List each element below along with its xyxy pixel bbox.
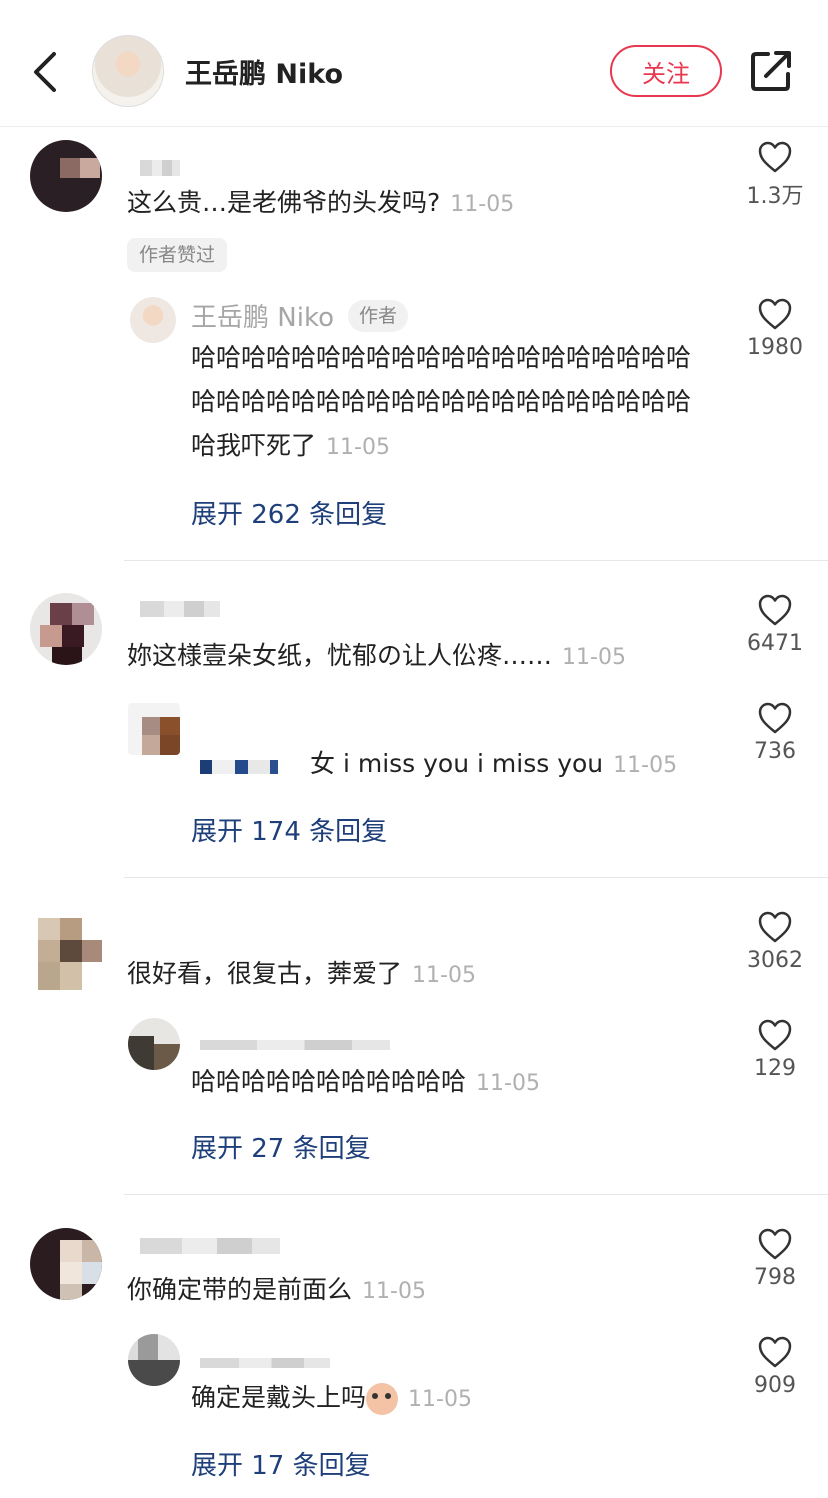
like-button[interactable]: 736 bbox=[740, 701, 810, 764]
like-button[interactable]: 1980 bbox=[740, 297, 810, 360]
avatar[interactable] bbox=[128, 1018, 180, 1070]
like-count: 3062 bbox=[747, 948, 803, 973]
heart-icon bbox=[758, 594, 792, 626]
heart-icon bbox=[758, 141, 792, 173]
avatar[interactable] bbox=[128, 703, 180, 755]
expand-replies-button[interactable]: 展开 17 条回复 bbox=[191, 1445, 371, 1482]
avatar[interactable] bbox=[130, 297, 176, 343]
like-button[interactable]: 6471 bbox=[740, 593, 810, 656]
like-button[interactable]: 3062 bbox=[740, 910, 810, 973]
username-blurred[interactable] bbox=[200, 760, 300, 774]
divider bbox=[124, 560, 828, 561]
username-blurred[interactable] bbox=[200, 1358, 330, 1368]
avatar[interactable] bbox=[30, 593, 102, 665]
like-button[interactable]: 129 bbox=[740, 1018, 810, 1081]
comment-text: 这么贵…是老佛爷的头发吗? 11-05 bbox=[127, 188, 515, 217]
username-blurred[interactable] bbox=[140, 1238, 280, 1254]
expand-replies-button[interactable]: 展开 27 条回复 bbox=[191, 1128, 371, 1165]
follow-button[interactable]: 关注 bbox=[610, 45, 722, 97]
expand-replies-button[interactable]: 展开 174 条回复 bbox=[191, 811, 387, 848]
username-blurred[interactable] bbox=[140, 601, 220, 617]
top-bar: 王岳鹏 Niko 关注 bbox=[0, 0, 828, 127]
heart-icon bbox=[758, 702, 792, 734]
like-button[interactable]: 1.3万 bbox=[740, 140, 810, 210]
like-count: 736 bbox=[754, 739, 796, 764]
heart-icon bbox=[758, 1336, 792, 1368]
comment-text: 很好看，很复古，莾爱了 11-05 bbox=[127, 959, 476, 988]
expand-replies-button[interactable]: 展开 262 条回复 bbox=[191, 494, 387, 531]
reply-author[interactable]: 王岳鹏 Niko bbox=[191, 297, 334, 334]
heart-icon bbox=[758, 911, 792, 943]
like-button[interactable]: 798 bbox=[740, 1227, 810, 1290]
comment-text: 妳这様壹朵女纸，忧郁の让人伀疼…… 11-05 bbox=[127, 641, 626, 670]
share-icon[interactable] bbox=[748, 48, 794, 94]
like-count: 1.3万 bbox=[746, 184, 804, 209]
like-count: 1980 bbox=[747, 335, 803, 360]
username-blurred[interactable] bbox=[200, 1040, 390, 1050]
heart-icon bbox=[758, 1019, 792, 1051]
crying-face-emoji bbox=[366, 1383, 399, 1415]
author-liked-tag: 作者赞过 bbox=[127, 238, 228, 272]
back-icon[interactable] bbox=[28, 50, 68, 94]
like-count: 798 bbox=[754, 1265, 796, 1290]
username-blurred[interactable] bbox=[140, 160, 180, 176]
avatar[interactable] bbox=[30, 140, 102, 212]
author-avatar[interactable] bbox=[92, 35, 164, 107]
comment-text: 你确定带的是前面么 11-05 bbox=[127, 1275, 426, 1304]
author-name[interactable]: 王岳鹏 Niko bbox=[185, 52, 343, 91]
reply-text: 确定是戴头上吗 11-05 bbox=[191, 1376, 711, 1422]
like-count: 129 bbox=[754, 1056, 796, 1081]
avatar[interactable] bbox=[30, 1228, 102, 1300]
like-button[interactable]: 909 bbox=[740, 1335, 810, 1398]
like-count: 6471 bbox=[747, 631, 803, 656]
heart-icon bbox=[758, 298, 792, 330]
avatar[interactable] bbox=[30, 918, 102, 990]
heart-icon bbox=[758, 1228, 792, 1260]
divider bbox=[124, 877, 828, 878]
reply-text: 哈哈哈哈哈哈哈哈哈哈哈 11-05 bbox=[191, 1067, 540, 1096]
author-tag: 作者 bbox=[348, 300, 409, 332]
reply-text: 哈哈哈哈哈哈哈哈哈哈哈哈哈哈哈哈哈哈哈哈哈哈哈哈哈哈哈哈哈哈哈哈哈哈哈哈哈哈哈哈… bbox=[191, 343, 692, 460]
like-count: 909 bbox=[754, 1373, 796, 1398]
divider bbox=[124, 1194, 828, 1195]
avatar[interactable] bbox=[128, 1334, 180, 1386]
